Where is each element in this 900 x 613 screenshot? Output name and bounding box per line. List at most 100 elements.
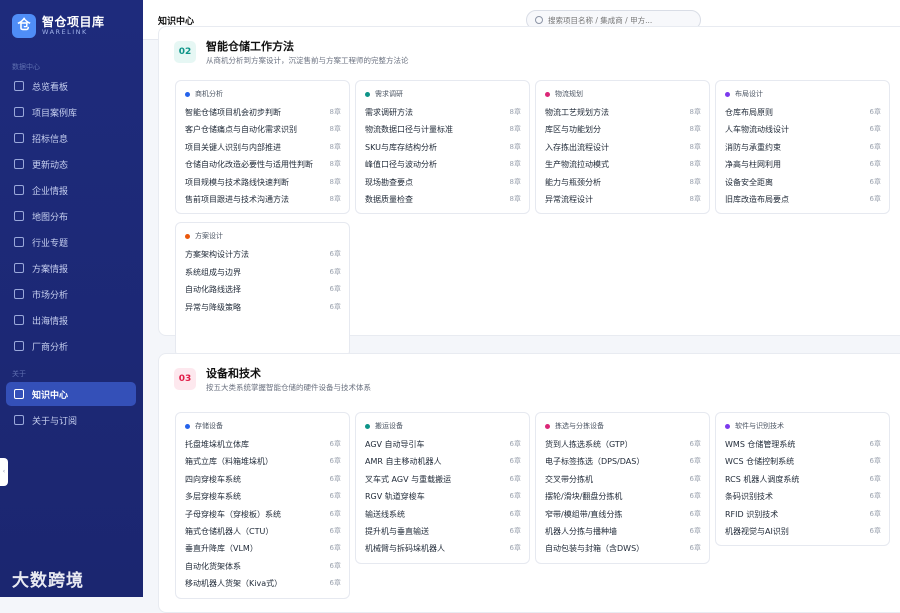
topic-link[interactable]: 提升机与垂直输送 6章 bbox=[365, 523, 521, 540]
topic-link[interactable]: 仓储自动化改造必要性与适用性判断 8章 bbox=[185, 156, 341, 173]
sidebar-item-label: 总览看板 bbox=[32, 82, 69, 93]
topic-link[interactable]: 窄带/模组带/直线分拣 6章 bbox=[545, 506, 701, 523]
topic-link[interactable]: RGV 轨道穿梭车 6章 bbox=[365, 488, 521, 505]
topic-link[interactable]: 物流工艺规划方法 8章 bbox=[545, 104, 701, 121]
chapter-count: 6章 bbox=[689, 440, 701, 448]
globe-icon bbox=[14, 315, 24, 325]
topic-link[interactable]: 移动机器人货架（Kiva式） 6章 bbox=[185, 575, 341, 592]
search-input[interactable] bbox=[548, 15, 688, 25]
topic-link[interactable]: 货到人拣选系统（GTP） 6章 bbox=[545, 436, 701, 453]
topic-link[interactable]: 托盘堆垛机立体库 6章 bbox=[185, 436, 341, 453]
topic-link[interactable]: 子母穿梭车（穿梭板）系统 6章 bbox=[185, 506, 341, 523]
topic-link[interactable]: 智能仓储项目机会初步判断 8章 bbox=[185, 104, 341, 121]
topic-link[interactable]: 设备安全距离 6章 bbox=[725, 174, 881, 191]
topic-link[interactable]: 客户仓储痛点与自动化需求识别 8章 bbox=[185, 121, 341, 138]
database-icon bbox=[14, 107, 24, 117]
topic-link[interactable]: 仓库布局原则 6章 bbox=[725, 104, 881, 121]
topic-link[interactable]: 方案架构设计方法 6章 bbox=[185, 246, 341, 263]
topic-link[interactable]: 生产物流拉动模式 8章 bbox=[545, 156, 701, 173]
card-title: 商机分析 bbox=[195, 90, 223, 98]
topic-link[interactable]: 现场勘查要点 8章 bbox=[365, 174, 521, 191]
topic-link[interactable]: 摆轮/滑块/翻盘分拣机 6章 bbox=[545, 488, 701, 505]
sidebar-item[interactable]: 项目案例库 bbox=[6, 100, 136, 124]
topic-link[interactable]: 机械臂与拆码垛机器人 6章 bbox=[365, 540, 521, 557]
topic-link[interactable]: 箱式仓储机器人（CTU） 6章 bbox=[185, 523, 341, 540]
sidebar-item[interactable]: 地图分布 bbox=[6, 204, 136, 228]
sidebar-section-label: 关于 bbox=[12, 370, 26, 378]
chapter-count: 6章 bbox=[509, 492, 521, 501]
card-header: 方案设计 bbox=[185, 231, 341, 241]
topic-link[interactable]: 人车物流动线设计 6章 bbox=[725, 121, 881, 138]
topic-card: 商机分析智能仓储项目机会初步判断 8章 客户仓储痛点与自动化需求识别 8章 项目关键人识… bbox=[175, 80, 350, 215]
sidebar-item[interactable]: 厂商分析 bbox=[6, 334, 136, 358]
category-dot-icon bbox=[365, 91, 370, 97]
topic-link[interactable]: 项目规模与技术路线快速判断 8章 bbox=[185, 174, 341, 191]
topic-link[interactable]: 物流数据口径与计量标准 8章 bbox=[365, 121, 521, 138]
sidebar-item[interactable]: 关于与订阅 bbox=[6, 408, 136, 432]
topic-link[interactable]: 能力与瓶颈分析 8章 bbox=[545, 174, 701, 191]
topic-name: 叉车式 AGV 与重载搬运 bbox=[365, 474, 452, 484]
topic-link[interactable]: 峰值口径与波动分析 8章 bbox=[365, 156, 521, 173]
chapter-count: 6章 bbox=[689, 457, 701, 466]
topic-link[interactable]: 箱式立库（料箱堆垛机） 6章 bbox=[185, 453, 341, 470]
chapter-count: 8章 bbox=[509, 177, 521, 186]
topic-link[interactable]: 异常流程设计 8章 bbox=[545, 191, 701, 208]
sidebar-item-label: 招标信息 bbox=[32, 134, 69, 145]
topic-link[interactable]: 输送线系统 6章 bbox=[365, 506, 521, 523]
topic-link[interactable]: 需求调研方法 8章 bbox=[365, 104, 521, 121]
topic-link[interactable]: WMS 仓储管理系统 6章 bbox=[725, 436, 881, 453]
sidebar-item[interactable]: 知识中心 bbox=[6, 382, 136, 406]
card-header: 软件与识别技术 bbox=[725, 421, 881, 431]
topic-link[interactable]: WCS 仓储控制系统 6章 bbox=[725, 453, 881, 470]
topic-link[interactable]: 售前项目跟进与技术沟通方法 8章 bbox=[185, 191, 341, 208]
chapter-count: 8章 bbox=[689, 195, 701, 204]
sidebar-item[interactable]: 行业专题 bbox=[6, 230, 136, 254]
sidebar-item[interactable]: 更新动态 bbox=[6, 152, 136, 176]
topic-link[interactable]: 电子标签拣选（DPS/DAS） 6章 bbox=[545, 453, 701, 470]
topic-link[interactable]: 条码识别技术 6章 bbox=[725, 488, 881, 505]
chapter-count: 6章 bbox=[329, 285, 341, 294]
topic-link[interactable]: 机器视觉与AI识别 6章 bbox=[725, 523, 881, 540]
topic-link[interactable]: 旧库改造布局要点 6章 bbox=[725, 191, 881, 208]
collapse-toggle[interactable]: ‹ bbox=[0, 458, 8, 486]
sidebar-item[interactable]: 出海情报 bbox=[6, 308, 136, 332]
topic-name: 输送线系统 bbox=[365, 509, 405, 519]
topic-link[interactable]: 消防与承重约束 6章 bbox=[725, 139, 881, 156]
topic-link[interactable]: 库区与功能划分 8章 bbox=[545, 121, 701, 138]
topic-link[interactable]: AGV 自动导引车 6章 bbox=[365, 436, 521, 453]
sidebar-item[interactable]: 方案情报 bbox=[6, 256, 136, 280]
category-dot-icon bbox=[185, 91, 190, 97]
topic-link[interactable]: 数据质量检查 8章 bbox=[365, 191, 521, 208]
topic-link[interactable]: 入存拣出流程设计 8章 bbox=[545, 139, 701, 156]
topic-link[interactable]: 项目关键人识别与内部推进 8章 bbox=[185, 139, 341, 156]
card-title: 软件与识别技术 bbox=[735, 422, 784, 430]
chapter-count: 6章 bbox=[329, 440, 341, 448]
topic-link[interactable]: RCS 机器人调度系统 6章 bbox=[725, 471, 881, 488]
topic-link[interactable]: 系统组成与边界 6章 bbox=[185, 264, 341, 281]
category-dot-icon bbox=[725, 91, 730, 97]
topic-link[interactable]: 四向穿梭车系统 6章 bbox=[185, 471, 341, 488]
topic-link[interactable]: 异常与降级策略 6章 bbox=[185, 299, 341, 316]
topic-card: 方案设计方案架构设计方法 6章 系统组成与边界 6章 自动化路线选择 6章 异常与降级策略 6… bbox=[175, 222, 350, 357]
topic-link[interactable]: 垂直升降库（VLM） 6章 bbox=[185, 540, 341, 557]
chapter-count: 6章 bbox=[869, 457, 881, 466]
section-number-badge: 02 bbox=[174, 41, 196, 63]
sidebar-item[interactable]: 企业情报 bbox=[6, 178, 136, 202]
sidebar-item[interactable]: 总览看板 bbox=[6, 74, 136, 98]
topic-link[interactable]: 自动化货架体系 6章 bbox=[185, 558, 341, 575]
chapter-count: 6章 bbox=[329, 579, 341, 588]
topic-link[interactable]: 多层穿梭车系统 6章 bbox=[185, 488, 341, 505]
topic-link[interactable]: AMR 自主移动机器人 6章 bbox=[365, 453, 521, 470]
topic-link[interactable]: RFID 识别技术 6章 bbox=[725, 506, 881, 523]
topic-link[interactable]: 净高与柱网利用 6章 bbox=[725, 156, 881, 173]
sidebar-item[interactable]: 市场分析 bbox=[6, 282, 136, 306]
topic-link[interactable]: 自动包装与封箱（含DWS） 6章 bbox=[545, 540, 701, 557]
section-description: 按五大类系统掌握智能仓储的硬件设备与技术体系 bbox=[206, 383, 371, 392]
topic-link[interactable]: 交叉带分拣机 6章 bbox=[545, 471, 701, 488]
topic-card: 拣选与分拣设备 货到人拣选系统（GTP） 6章 电子标签拣选（DPS/DAS） 6章 交叉… bbox=[535, 412, 710, 564]
topic-link[interactable]: 自动化路线选择 6章 bbox=[185, 281, 341, 298]
topic-link[interactable]: SKU与库存结构分析 8章 bbox=[365, 139, 521, 156]
topic-link[interactable]: 叉车式 AGV 与重载搬运 6章 bbox=[365, 471, 521, 488]
sidebar-item[interactable]: 招标信息 bbox=[6, 126, 136, 150]
topic-link[interactable]: 机器人分拣与播种墙 6章 bbox=[545, 523, 701, 540]
